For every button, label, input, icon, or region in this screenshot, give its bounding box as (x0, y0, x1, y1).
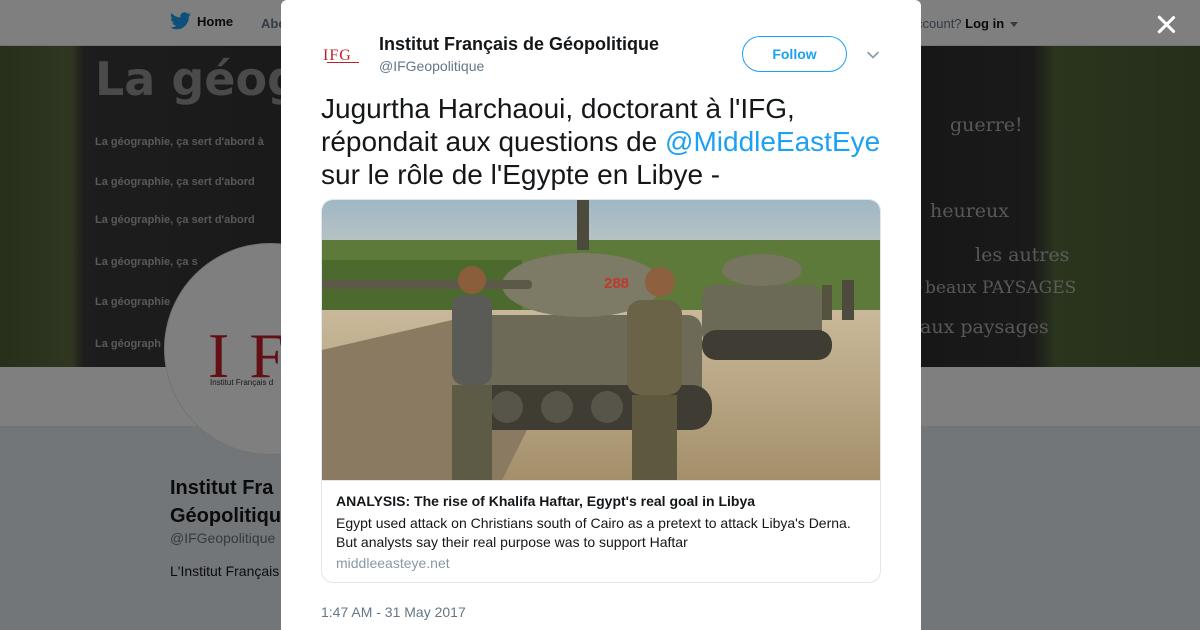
tweet-modal: IFG Institut Français de Géopolitique @I… (281, 0, 921, 630)
tweet-author-name[interactable]: Institut Français de Géopolitique (379, 34, 659, 55)
tweet-text: Jugurtha Harchaoui, doctorant à l'IFG, r… (321, 92, 891, 191)
tank-number: 288 (604, 275, 629, 292)
tweet-author-handle[interactable]: @IFGeopolitique (379, 58, 484, 74)
link-preview-card[interactable]: 288 ANALYSIS: The rise of Khalifa Haftar… (321, 199, 881, 583)
tweet-author-avatar[interactable]: IFG (323, 36, 369, 76)
card-body: ANALYSIS: The rise of Khalifa Haftar, Eg… (322, 480, 880, 582)
avatar-logo-underline (327, 62, 359, 63)
card-image: 288 (322, 200, 880, 480)
tweet-text-part2: sur le rôle de l'Egypte en Libye - (321, 159, 721, 190)
card-domain: middleeasteye.net (336, 555, 450, 571)
tweet-timestamp[interactable]: 1:47 AM - 31 May 2017 (321, 604, 466, 620)
follow-button[interactable]: Follow (742, 36, 847, 72)
tweet-mention-link[interactable]: @MiddleEastEye (665, 126, 880, 157)
chevron-down-icon[interactable] (866, 48, 880, 62)
close-icon[interactable] (1154, 12, 1178, 36)
chevron-down-icon-svg (867, 51, 879, 59)
card-description: Egypt used attack on Christians south of… (336, 515, 851, 550)
card-title: ANALYSIS: The rise of Khalifa Haftar, Eg… (336, 493, 756, 509)
